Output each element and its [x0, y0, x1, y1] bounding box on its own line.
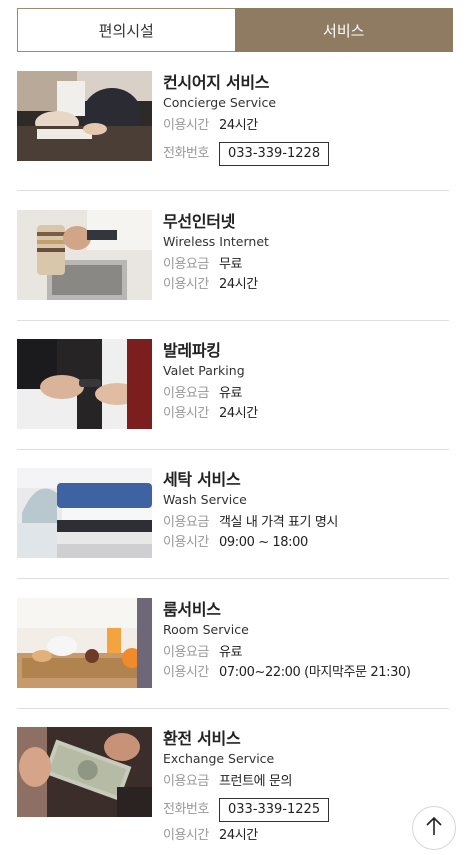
service-tabs: 편의시설 서비스: [17, 8, 453, 52]
info-label: 이용요금: [163, 774, 209, 789]
info-value: 유료: [219, 645, 243, 660]
info-value: 24시간: [219, 277, 258, 292]
divider: [17, 578, 449, 579]
divider: [17, 708, 449, 709]
service-title-ko: 발레파킹: [163, 341, 221, 360]
service-title-ko: 환전 서비스: [163, 729, 241, 748]
info-label: 이용시간: [163, 535, 209, 550]
info-row-phone: 전화번호 033-339-1225: [163, 798, 449, 822]
info-row-hours: 이용시간 24시간: [163, 826, 449, 846]
service-item-exchange: 환전 서비스 Exchange Service 이용요금 프런트에 문의 전화번…: [17, 727, 449, 852]
service-item-room: 룸서비스 Room Service 이용요금 유료 이용시간 07:00~22:…: [17, 598, 449, 690]
tab-services[interactable]: 서비스: [234, 8, 453, 52]
service-title-en: Valet Parking: [163, 363, 245, 378]
info-value: 07:00~22:00 (마지막주문 21:30): [219, 665, 411, 680]
arrow-up-icon: [425, 816, 443, 840]
service-title-ko: 컨시어지 서비스: [163, 73, 270, 92]
info-label: 이용요금: [163, 257, 209, 272]
info-label: 이용시간: [163, 118, 209, 133]
info-label: 이용시간: [163, 277, 209, 292]
info-row-hours: 이용시간 24시간: [163, 404, 449, 424]
service-title-ko: 룸서비스: [163, 600, 221, 619]
service-title-ko: 무선인터넷: [163, 212, 236, 231]
divider: [17, 190, 449, 191]
info-label: 이용요금: [163, 386, 209, 401]
info-value: 24시간: [219, 118, 258, 133]
info-label: 전화번호: [163, 146, 209, 161]
wireless-image: [17, 210, 152, 300]
service-item-valet: 발레파킹 Valet Parking 이용요금 유료 이용시간 24시간: [17, 339, 449, 431]
info-row-fee: 이용요금 유료: [163, 643, 449, 663]
info-label: 이용시간: [163, 828, 209, 843]
info-label: 전화번호: [163, 802, 209, 817]
info-value: 무료: [219, 257, 243, 272]
phone-link[interactable]: 033-339-1228: [219, 142, 330, 166]
info-label: 이용요금: [163, 515, 209, 530]
service-title-en: Room Service: [163, 622, 249, 637]
info-value: 프런트에 문의: [219, 774, 293, 789]
info-row-fee: 이용요금 프런트에 문의: [163, 772, 449, 792]
info-label: 이용요금: [163, 645, 209, 660]
tab-facilities[interactable]: 편의시설: [17, 8, 235, 52]
info-row-phone: 전화번호 033-339-1228: [163, 142, 449, 166]
info-row-hours: 이용시간 24시간: [163, 275, 449, 295]
service-title-en: Wash Service: [163, 492, 247, 507]
valet-image: [17, 339, 152, 429]
info-row-hours: 이용시간 07:00~22:00 (마지막주문 21:30): [163, 663, 449, 683]
info-value: 객실 내 가격 표기 명시: [219, 515, 338, 530]
info-label: 이용시간: [163, 665, 209, 680]
phone-link[interactable]: 033-339-1225: [219, 798, 330, 822]
info-row-fee: 이용요금 유료: [163, 384, 449, 404]
service-title-ko: 세탁 서비스: [163, 470, 241, 489]
info-row-hours: 이용시간 24시간: [163, 116, 449, 136]
scroll-to-top-button[interactable]: [412, 806, 456, 850]
service-title-en: Concierge Service: [163, 95, 277, 110]
wash-image: [17, 468, 152, 558]
info-value: 24시간: [219, 828, 258, 843]
room-service-image: [17, 598, 152, 688]
service-item-wash: 세탁 서비스 Wash Service 이용요금 객실 내 가격 표기 명시 이…: [17, 468, 449, 560]
service-item-wireless: 무선인터넷 Wireless Internet 이용요금 무료 이용시간 24시…: [17, 210, 449, 302]
info-value: 유료: [219, 386, 243, 401]
info-row-hours: 이용시간 09:00 ~ 18:00: [163, 533, 449, 553]
info-label: 이용시간: [163, 406, 209, 421]
exchange-image: [17, 727, 152, 817]
divider: [17, 449, 449, 450]
info-row-fee: 이용요금 객실 내 가격 표기 명시: [163, 513, 449, 533]
service-item-concierge: 컨시어지 서비스 Concierge Service 이용시간 24시간 전화번…: [17, 71, 449, 171]
divider: [17, 320, 449, 321]
service-title-en: Wireless Internet: [163, 234, 269, 249]
info-value: 24시간: [219, 406, 258, 421]
concierge-image: [17, 71, 152, 161]
info-value: 09:00 ~ 18:00: [219, 535, 308, 550]
service-title-en: Exchange Service: [163, 751, 275, 766]
info-row-fee: 이용요금 무료: [163, 255, 449, 275]
